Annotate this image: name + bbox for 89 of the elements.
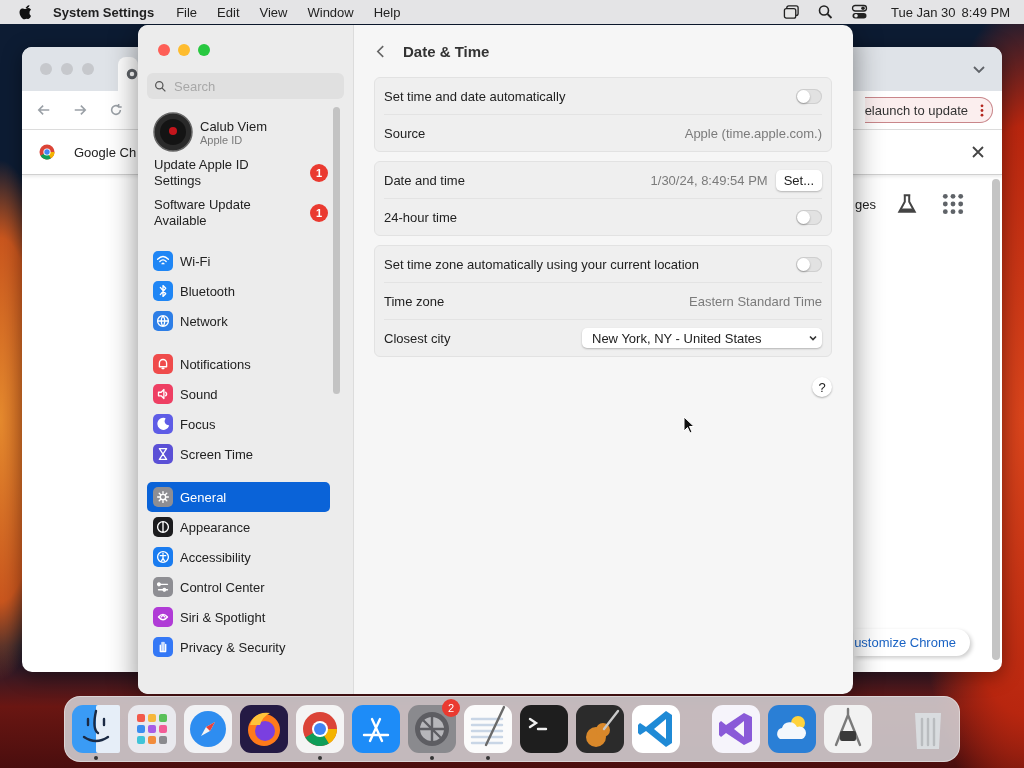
sidebar-item[interactable]: Wi-Fi (147, 246, 330, 276)
more-dots-icon[interactable] (980, 103, 984, 117)
setting-label: Date and time (384, 172, 465, 188)
set-button[interactable]: Set... (775, 169, 822, 191)
browser-tab[interactable] (118, 57, 138, 91)
back-chevron-icon[interactable] (376, 43, 385, 59)
sidebar-item[interactable]: Sound (147, 379, 330, 409)
back-arrow-icon[interactable] (37, 103, 51, 117)
notification-count: 1 (310, 164, 328, 182)
sidebar-item[interactable]: General (147, 482, 330, 512)
flask-icon[interactable] (896, 193, 918, 215)
notice-text: Software Update Available (154, 197, 252, 229)
city-dropdown[interactable]: New York, NY - United States (582, 328, 822, 348)
menu-item[interactable]: Help (373, 4, 401, 20)
code-ribbon-icon[interactable] (632, 705, 680, 753)
apple-logo-icon[interactable] (18, 4, 33, 20)
setting-value: Eastern Standard Time (689, 293, 822, 309)
help-button[interactable]: ? (812, 377, 832, 397)
gear-icon[interactable] (408, 705, 456, 753)
calipers-icon[interactable] (824, 705, 872, 753)
sidebar-item[interactable]: Focus (147, 409, 330, 439)
sidebar-item[interactable]: Accessibility (147, 542, 330, 572)
cloud-sun-icon[interactable] (768, 705, 816, 753)
sidebar-item[interactable]: Siri & Spotlight (147, 602, 330, 632)
terminal-icon[interactable] (520, 705, 568, 753)
ring-logo-icon (126, 68, 138, 80)
sidebar-item[interactable]: Screen Time (147, 439, 330, 469)
update-button[interactable]: elaunch to update (864, 97, 993, 123)
notice-item[interactable]: Software Update Available 1 (147, 193, 330, 233)
infobar-text: Google Ch (74, 144, 137, 160)
setting-value: 1/30/24, 8:49:54 PM (650, 172, 768, 188)
smiling-face-icon[interactable] (72, 705, 120, 753)
images-link[interactable]: ges (855, 196, 876, 212)
apps-grid-icon[interactable] (942, 193, 964, 215)
app-grid-icon[interactable] (128, 705, 176, 753)
customize-button[interactable]: ustomize Chrome (854, 629, 970, 656)
menu-time[interactable]: 8:49 PM (961, 4, 1010, 20)
sidebar-item[interactable]: Notifications (147, 349, 330, 379)
ring-logo-icon (39, 144, 55, 160)
sidebar-item[interactable]: Network (147, 306, 330, 336)
a-glyph-icon[interactable] (352, 705, 400, 753)
scrollbar[interactable] (992, 179, 1000, 660)
sidebar-item[interactable]: Privacy & Security (147, 632, 330, 662)
setting-label: Source (384, 125, 426, 141)
pointer-cursor-icon (683, 416, 695, 434)
notepad-icon[interactable] (464, 705, 512, 753)
toggle-switch[interactable] (796, 256, 822, 272)
avatar-icon (153, 112, 193, 152)
notification-count: 2 (442, 699, 460, 717)
sidebar-item[interactable]: Bluetooth (147, 276, 330, 306)
search-icon[interactable] (817, 4, 834, 20)
notice-item[interactable]: Update Apple ID Settings 1 (147, 153, 330, 193)
close-button[interactable] (158, 44, 170, 56)
menu-date[interactable]: Tue Jan 30 (891, 4, 956, 20)
close-icon[interactable] (971, 145, 985, 159)
toggles-icon[interactable] (851, 4, 868, 20)
sidebar-item[interactable]: Control Center (147, 572, 330, 602)
page-title: Date & Time (403, 42, 490, 60)
toggle-switch[interactable] (796, 209, 822, 225)
ribbon-icon[interactable] (712, 705, 760, 753)
sidebar-item[interactable]: Appearance (147, 512, 330, 542)
menu-item[interactable]: Edit (217, 4, 240, 20)
setting-label: Set time and date automatically (384, 88, 566, 104)
windows-icon[interactable] (783, 4, 800, 20)
forward-arrow-icon[interactable] (73, 103, 87, 117)
ring-logo-icon[interactable] (296, 705, 344, 753)
compass-icon[interactable] (184, 705, 232, 753)
profile-subtitle: Apple ID (200, 133, 244, 146)
setting-label: 24-hour time (384, 209, 457, 225)
menu-item[interactable]: File (176, 4, 198, 20)
reload-icon[interactable] (109, 103, 123, 117)
menu-item[interactable]: View (259, 4, 288, 20)
profile-name: Calub Viem (200, 118, 267, 134)
scrollbar[interactable] (333, 107, 340, 394)
toggle-switch[interactable] (796, 88, 822, 104)
setting-value: Apple (time.apple.com.) (684, 125, 822, 141)
menu-app-name[interactable]: System Settings (53, 4, 155, 20)
notification-count: 1 (310, 204, 328, 222)
setting-label: Set time zone automatically using your current location (384, 256, 700, 272)
setting-label: Time zone (384, 293, 445, 309)
search-field[interactable]: Search (147, 73, 344, 99)
profile-row[interactable]: Calub Viem Apple ID (147, 111, 330, 153)
search-icon (154, 80, 167, 93)
menu-item[interactable]: Window (307, 4, 354, 20)
notice-text: Update Apple ID Settings (154, 157, 250, 189)
fox-globe-icon[interactable] (240, 705, 288, 753)
guitar-icon[interactable] (576, 705, 624, 753)
setting-label: Closest city (384, 330, 451, 346)
chevron-down-icon (808, 333, 818, 343)
